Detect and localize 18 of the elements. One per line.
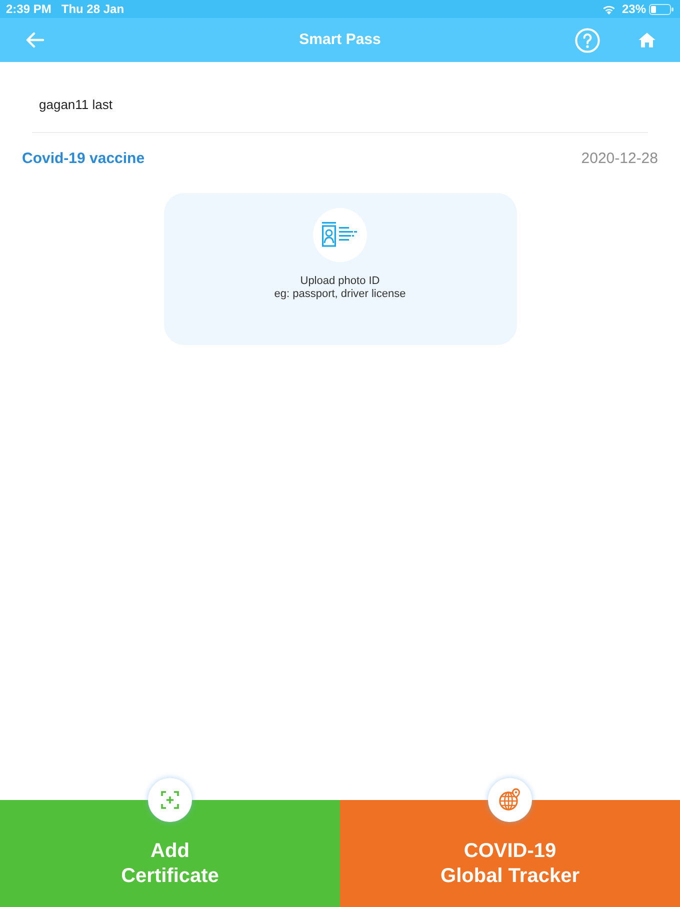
certificate-date: 2020-12-28	[581, 149, 658, 169]
scan-plus-icon	[148, 778, 192, 822]
wifi-icon	[602, 4, 616, 14]
certificate-title[interactable]: Covid-19 vaccine	[22, 149, 145, 169]
battery-percent: 23%	[622, 1, 646, 18]
home-icon[interactable]	[638, 32, 656, 48]
globe-pin-icon	[488, 778, 532, 822]
add-certificate-button[interactable]: Add Certificate	[0, 800, 340, 907]
help-icon[interactable]	[575, 28, 600, 52]
nav-title: Smart Pass	[299, 30, 381, 50]
user-name: gagan11 last	[39, 96, 114, 113]
upload-hint: eg: passport, driver license	[274, 288, 406, 301]
global-tracker-button[interactable]: COVID-19 Global Tracker	[340, 800, 680, 907]
upload-title: Upload photo ID	[300, 275, 380, 288]
status-date: Thu 28 Jan	[61, 1, 124, 18]
battery-icon	[649, 4, 674, 14]
status-time: 2:39 PM	[6, 1, 52, 18]
upload-photo-id-card[interactable]: Upload photo ID eg: passport, driver license	[164, 193, 516, 345]
